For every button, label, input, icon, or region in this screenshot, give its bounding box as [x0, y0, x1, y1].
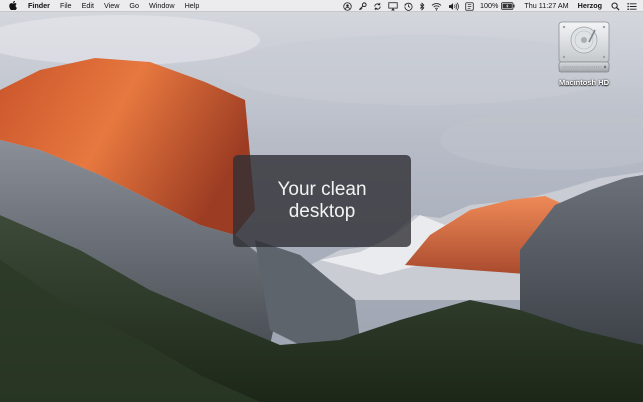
- hud-line-1: Your clean: [277, 179, 367, 200]
- menu-bar: Finder File Edit View Go Window Help 100…: [0, 0, 643, 12]
- menu-user-name[interactable]: Herzog: [578, 0, 602, 12]
- desktop-icon-macintosh-hd[interactable]: Macintosh HD: [548, 18, 620, 87]
- apple-logo-icon: [9, 1, 17, 10]
- sync-icon[interactable]: [373, 0, 382, 12]
- menu-help[interactable]: Help: [180, 0, 205, 12]
- battery-percent[interactable]: 100%: [480, 0, 498, 12]
- menu-finder[interactable]: Finder: [23, 0, 55, 12]
- user-icon[interactable]: [343, 0, 352, 12]
- menu-go[interactable]: Go: [124, 0, 144, 12]
- volume-icon[interactable]: [448, 0, 459, 12]
- desktop[interactable]: Finder File Edit View Go Window Help 100…: [0, 0, 643, 402]
- menu-edit[interactable]: Edit: [77, 0, 99, 12]
- menu-clock[interactable]: Thu 11:27 AM: [524, 0, 568, 12]
- menu-file[interactable]: File: [55, 0, 77, 12]
- notification-center-icon[interactable]: [627, 0, 637, 12]
- wifi-icon[interactable]: [431, 0, 442, 12]
- desktop-icon-label: Macintosh HD: [558, 78, 609, 87]
- input-source-icon[interactable]: [465, 0, 474, 12]
- airplay-icon[interactable]: [388, 0, 398, 12]
- spotlight-search-icon[interactable]: [611, 0, 620, 12]
- menu-bar-left: Finder File Edit View Go Window Help: [0, 0, 204, 12]
- hard-drive-icon: [558, 21, 610, 73]
- menu-window[interactable]: Window: [144, 0, 180, 12]
- hud-line-2: desktop: [288, 201, 356, 222]
- apple-menu[interactable]: [0, 1, 23, 10]
- key-icon[interactable]: [358, 0, 367, 12]
- bluetooth-icon[interactable]: [419, 0, 425, 12]
- time-machine-icon[interactable]: [404, 0, 413, 12]
- menu-view[interactable]: View: [99, 0, 124, 12]
- menu-bar-status: 100% Thu 11:27 AM Herzog: [337, 0, 637, 12]
- clean-desktop-hud: Your clean desktop: [233, 155, 411, 247]
- battery-charging-icon[interactable]: [501, 0, 515, 12]
